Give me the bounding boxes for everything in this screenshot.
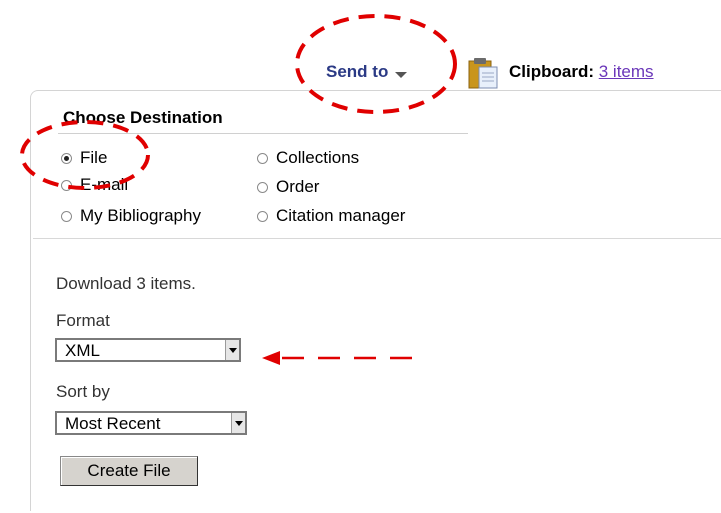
radio-icon[interactable] [257, 181, 268, 193]
title-divider [58, 133, 468, 134]
chevron-down-icon [395, 71, 408, 78]
radio-icon[interactable] [257, 152, 268, 164]
clipboard-summary: Clipboard: 3 items [509, 62, 654, 82]
sort-by-label: Sort by [56, 382, 110, 401]
destination-option-label: Collections [276, 148, 360, 167]
destination-option-label: Order [276, 177, 320, 196]
send-to-label: Send to [326, 62, 389, 81]
section-divider [33, 238, 721, 239]
destination-option-citation-manager[interactable]: Citation manager [257, 206, 405, 226]
clipboard-label: Clipboard: [509, 62, 594, 81]
destination-option-file[interactable]: File [61, 148, 107, 168]
clipboard-icon [468, 58, 498, 89]
send-to-menu[interactable]: Send to [326, 62, 408, 82]
destination-option-email[interactable]: E-mail [61, 175, 128, 195]
format-selected-value: XML [65, 341, 100, 360]
sort-selected-value: Most Recent [65, 414, 161, 433]
destination-option-collections[interactable]: Collections [257, 148, 359, 168]
destination-option-label: My Bibliography [80, 206, 201, 225]
radio-icon[interactable] [61, 179, 72, 191]
send-to-panel [30, 90, 721, 511]
destination-option-order[interactable]: Order [257, 177, 319, 197]
toolbar: Send to Clipboard: 3 items [0, 0, 721, 90]
radio-checked-icon[interactable] [61, 152, 72, 164]
chevron-down-icon[interactable] [225, 340, 239, 360]
sort-select[interactable]: Most Recent [55, 411, 247, 435]
download-summary: Download 3 items. [56, 274, 196, 293]
radio-icon[interactable] [61, 210, 72, 222]
choose-destination-title: Choose Destination [63, 108, 223, 127]
radio-icon[interactable] [257, 210, 268, 222]
destination-option-label: Citation manager [276, 206, 406, 225]
create-file-button[interactable]: Create File [60, 456, 198, 486]
destination-option-label: File [80, 148, 108, 167]
destination-option-my-bibliography[interactable]: My Bibliography [61, 206, 201, 226]
destination-option-label: E-mail [80, 175, 129, 194]
format-select[interactable]: XML [55, 338, 241, 362]
clipboard-items-link[interactable]: 3 items [599, 62, 654, 81]
format-label: Format [56, 311, 110, 330]
chevron-down-icon[interactable] [231, 413, 245, 433]
